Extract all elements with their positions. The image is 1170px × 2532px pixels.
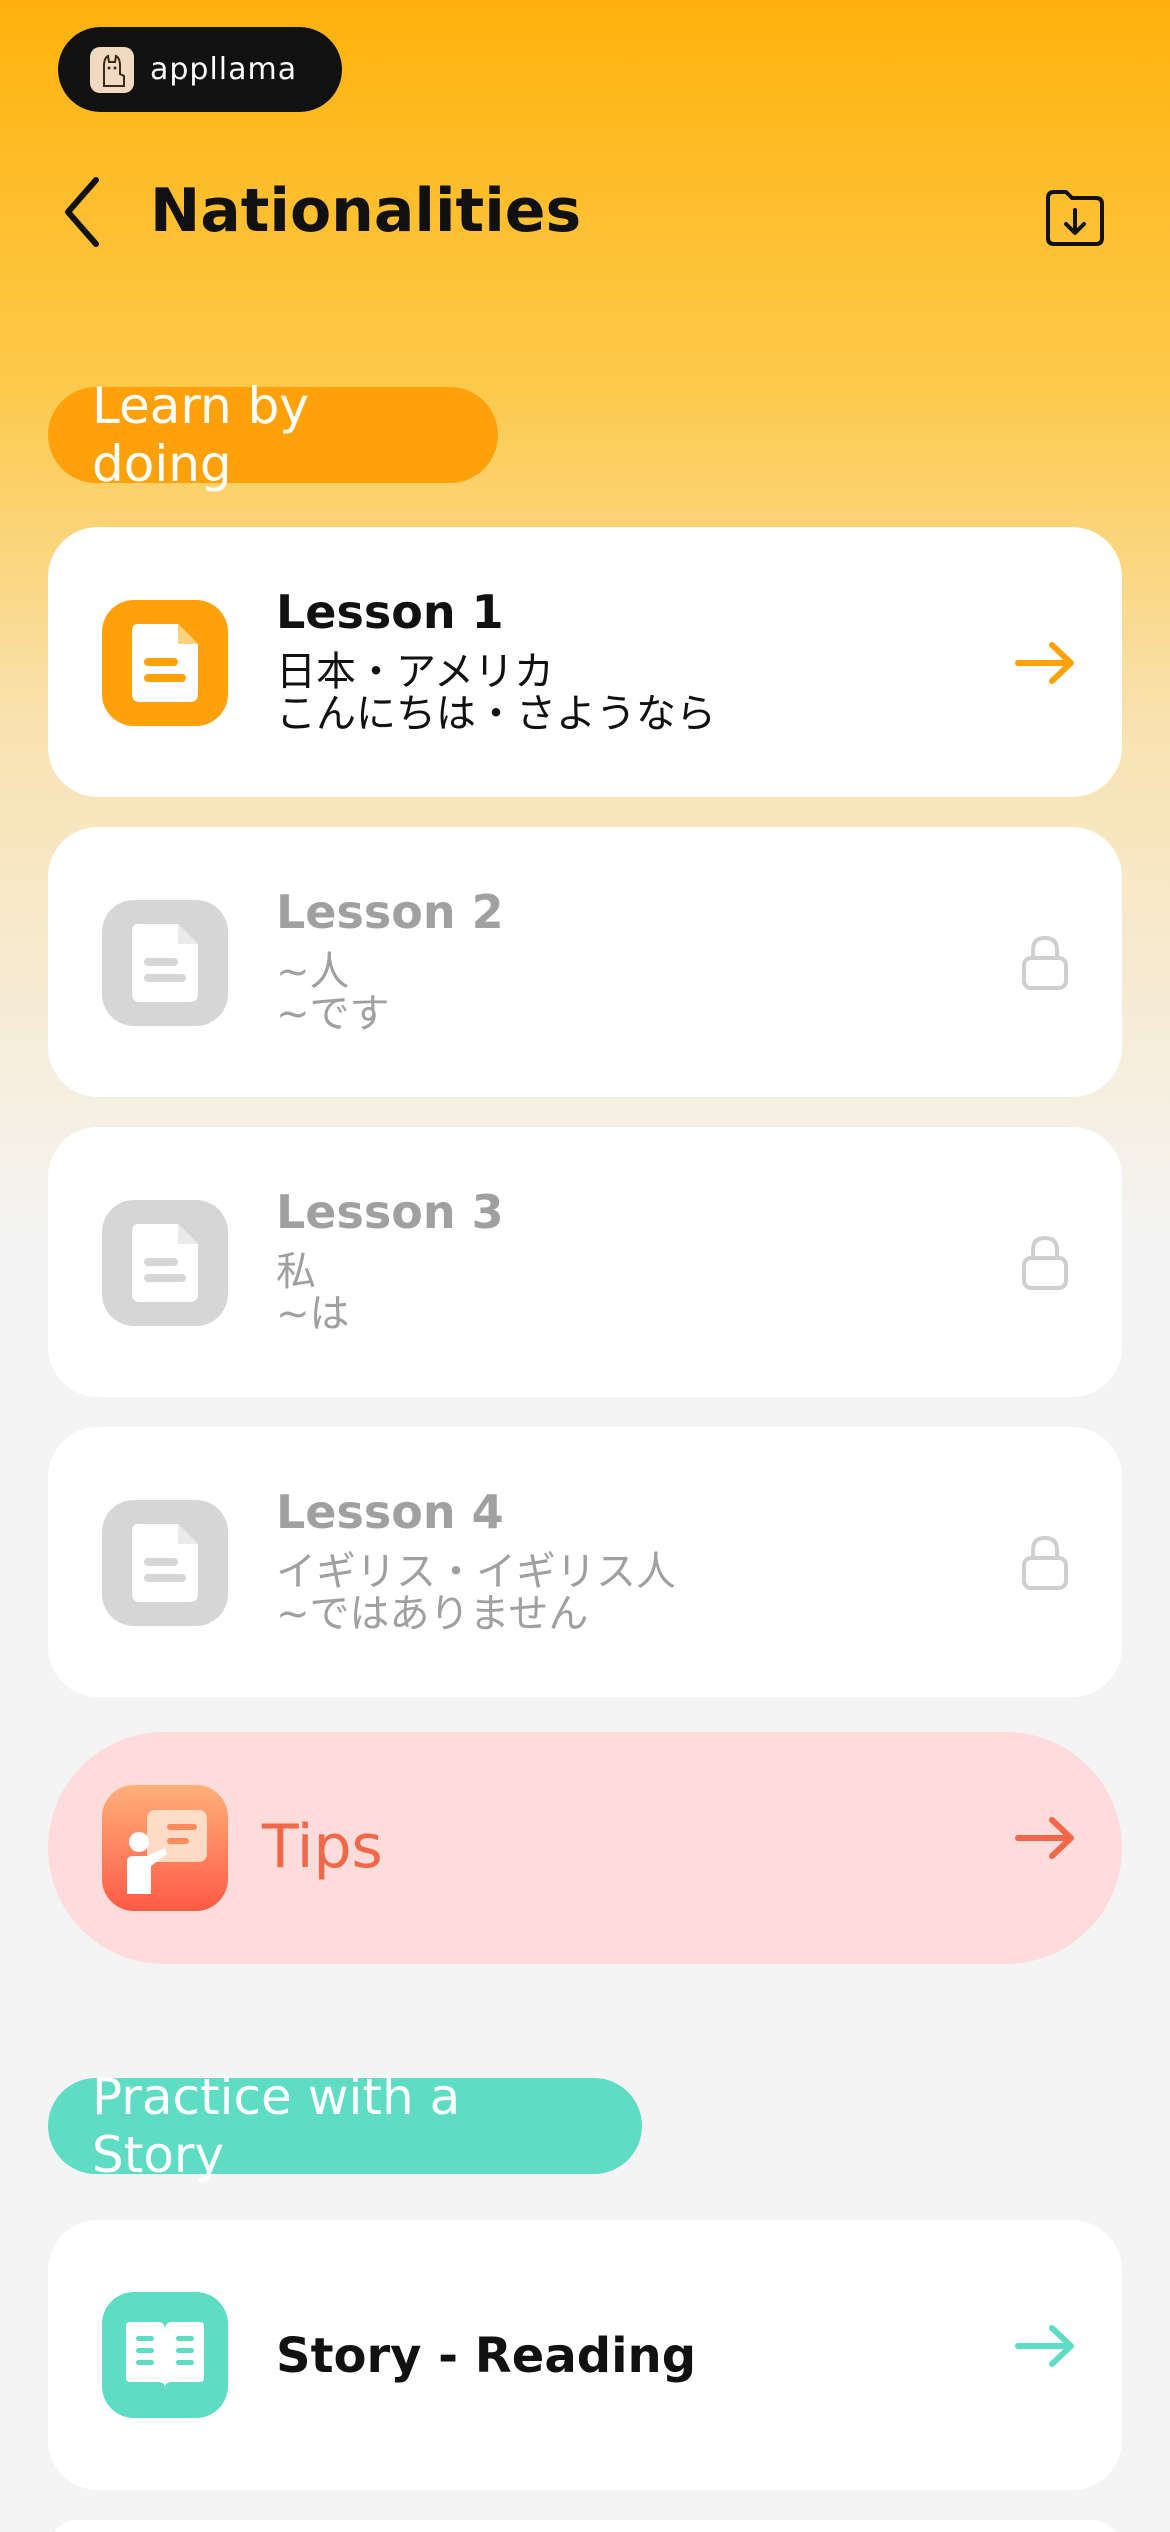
lesson-subtitle-line1: 私: [276, 1249, 316, 1295]
story-label: Story - Reading: [276, 2328, 697, 2384]
lock-icon: [1014, 1532, 1076, 1594]
section-tag-story: Practice with a Story: [48, 2068, 642, 2184]
lesson-subtitle-line2: こんにちは・さようなら: [276, 691, 716, 737]
lesson-subtitle-line1: 日本・アメリカ: [276, 649, 554, 695]
arrow-right-icon: [1014, 1816, 1076, 1878]
story-reading-card[interactable]: Story - Reading: [48, 2220, 1122, 2490]
lesson-card-1[interactable]: Lesson 1 日本・アメリカ こんにちは・さようなら: [48, 527, 1122, 797]
back-button[interactable]: [52, 172, 112, 252]
arrow-right-icon: [1014, 632, 1076, 694]
brand-name: appllama: [150, 52, 298, 87]
lock-icon: [1014, 932, 1076, 994]
section-tag-learn: Learn by doing: [48, 377, 498, 493]
arrow-right-icon: [1014, 2324, 1076, 2386]
document-icon: [102, 900, 228, 1026]
lesson-title: Lesson 3: [276, 1185, 504, 1239]
lesson-card-3[interactable]: Lesson 3 私 ~は: [48, 1127, 1122, 1397]
page-title: Nationalities: [150, 176, 582, 246]
download-button[interactable]: [1038, 180, 1112, 254]
brand-badge: appllama: [58, 27, 342, 112]
lesson-subtitle-line2: ~ではありません: [276, 1591, 589, 1637]
tips-label: Tips: [262, 1812, 383, 1882]
document-icon: [102, 600, 228, 726]
tips-card[interactable]: Tips: [48, 1732, 1122, 1964]
lesson-card-2[interactable]: Lesson 2 ~人 ~です: [48, 827, 1122, 1097]
lesson-title: Lesson 2: [276, 885, 504, 939]
lesson-subtitle-line1: イギリス・イギリス人: [276, 1549, 676, 1595]
lesson-title: Lesson 4: [276, 1485, 504, 1539]
next-card[interactable]: [48, 2520, 1122, 2532]
lesson-title: Lesson 1: [276, 585, 504, 639]
chevron-left-icon: [65, 177, 99, 247]
llama-logo-icon: [90, 46, 134, 93]
document-icon: [102, 1200, 228, 1326]
lesson-card-4[interactable]: Lesson 4 イギリス・イギリス人 ~ではありません: [48, 1427, 1122, 1697]
open-book-icon: [102, 2292, 228, 2418]
presentation-icon: [102, 1785, 228, 1911]
lesson-subtitle-line2: ~です: [276, 991, 390, 1037]
document-icon: [102, 1500, 228, 1626]
lesson-subtitle-line2: ~は: [276, 1291, 350, 1337]
lock-icon: [1014, 1232, 1076, 1294]
lesson-subtitle-line1: ~人: [276, 949, 350, 995]
folder-download-icon: [1046, 190, 1104, 246]
